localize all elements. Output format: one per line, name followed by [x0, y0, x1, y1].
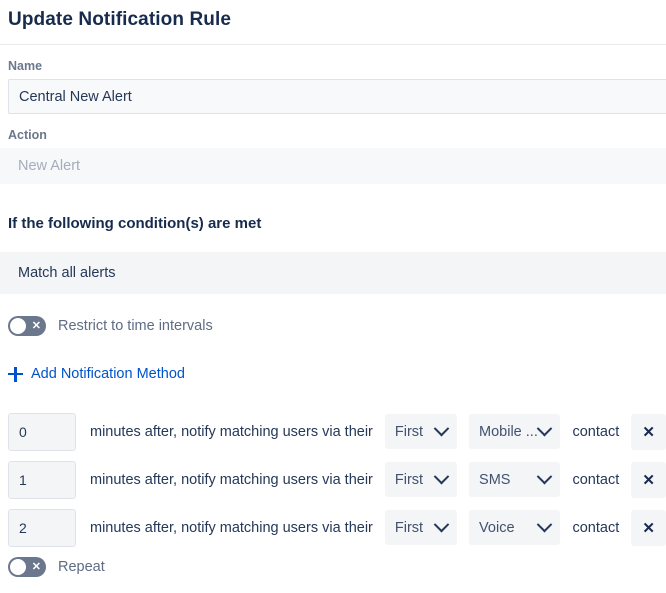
- contact-label: contact: [572, 519, 620, 536]
- toggle-knob: [10, 558, 26, 575]
- ordinal-select-value: First: [394, 519, 424, 536]
- chevron-down-icon: [433, 468, 450, 485]
- repeat-row[interactable]: ✕ Repeat: [0, 556, 666, 577]
- ordinal-select[interactable]: First: [384, 510, 458, 545]
- chevron-down-icon: [433, 516, 450, 533]
- contact-label: contact: [572, 423, 620, 440]
- method-description-text: minutes after, notify matching users via…: [90, 519, 373, 536]
- restrict-time-intervals-toggle[interactable]: ✕: [8, 316, 46, 336]
- name-label: Name: [8, 59, 43, 73]
- method-description-text: minutes after, notify matching users via…: [90, 423, 373, 440]
- chevron-down-icon: [433, 420, 450, 437]
- title-divider: [0, 44, 666, 45]
- ordinal-select-value: First: [394, 423, 424, 440]
- add-notification-method-label: Add Notification Method: [31, 366, 185, 382]
- action-field-block: Action New Alert: [0, 128, 666, 184]
- action-value: New Alert: [0, 148, 666, 184]
- update-notification-rule-page: Update Notification Rule Name Action New…: [0, 0, 666, 593]
- toggle-off-x-icon: ✕: [31, 560, 41, 573]
- channel-select[interactable]: Mobile ...: [469, 414, 561, 449]
- minutes-input[interactable]: [8, 412, 76, 451]
- remove-method-button[interactable]: ✕: [631, 413, 666, 450]
- remove-method-button[interactable]: ✕: [631, 509, 666, 546]
- notification-method-row: minutes after, notify matching users via…: [8, 460, 666, 499]
- page-title: Update Notification Rule: [8, 9, 232, 30]
- channel-select[interactable]: SMS: [469, 462, 561, 497]
- repeat-toggle[interactable]: ✕: [8, 556, 46, 577]
- minutes-input[interactable]: [8, 460, 76, 499]
- notification-method-row: minutes after, notify matching users via…: [8, 412, 666, 451]
- ordinal-select[interactable]: First: [384, 462, 458, 497]
- restrict-time-intervals-row[interactable]: ✕ Restrict to time intervals: [0, 316, 666, 336]
- channel-select-value: Voice: [479, 519, 515, 536]
- toggle-knob: [10, 318, 26, 334]
- channel-select-value: SMS: [479, 471, 511, 488]
- channel-select-value: Mobile ...: [479, 423, 538, 440]
- toggle-off-x-icon: ✕: [31, 320, 41, 332]
- action-label: Action: [8, 128, 47, 142]
- remove-method-button[interactable]: ✕: [631, 461, 666, 498]
- repeat-label: Repeat: [58, 558, 105, 575]
- close-icon: ✕: [642, 519, 655, 537]
- close-icon: ✕: [642, 423, 655, 441]
- contact-label: contact: [572, 471, 620, 488]
- name-field-block: Name: [0, 59, 666, 114]
- plus-icon: [8, 366, 23, 382]
- channel-select[interactable]: Voice: [469, 510, 561, 545]
- method-description-text: minutes after, notify matching users via…: [90, 471, 373, 488]
- add-notification-method-link[interactable]: Add Notification Method: [8, 366, 185, 382]
- minutes-input[interactable]: [8, 508, 76, 547]
- ordinal-select-value: First: [394, 471, 424, 488]
- name-input[interactable]: [8, 79, 666, 114]
- conditions-heading: If the following condition(s) are met: [8, 215, 262, 232]
- close-icon: ✕: [642, 471, 655, 489]
- condition-match-panel[interactable]: Match all alerts: [0, 252, 666, 294]
- notification-method-row: minutes after, notify matching users via…: [8, 508, 666, 547]
- restrict-time-intervals-label: Restrict to time intervals: [58, 318, 213, 334]
- notification-method-list: minutes after, notify matching users via…: [0, 412, 666, 547]
- ordinal-select[interactable]: First: [384, 414, 458, 449]
